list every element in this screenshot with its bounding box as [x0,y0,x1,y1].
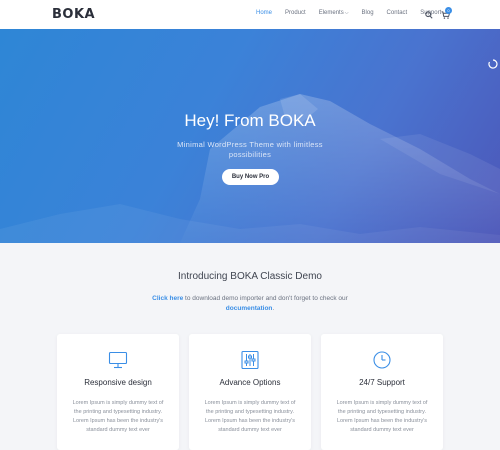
loading-spinner-icon [488,59,498,69]
hero-banner: Hey! From BOKA Minimal WordPress Theme w… [0,29,500,243]
search-icon[interactable] [425,11,433,19]
monitor-icon [108,351,128,369]
documentation-link[interactable]: documentation [226,305,273,312]
feature-card-responsive: Responsive design Lorem Ipsum is simply … [57,334,179,450]
intro-text-part2: . [272,305,275,312]
site-header: BOKA Home Product Elements⌵ Blog Contact… [0,0,500,29]
feature-card-support: 24/7 Support Lorem Ipsum is simply dummy… [321,334,443,450]
mountain-background-image [0,94,500,243]
intro-text: Click here to download demo importer and… [140,294,360,314]
clock-icon [373,351,391,369]
cart-count-badge: 0 [445,7,452,14]
chevron-down-icon: ⌵ [344,10,349,16]
nav-item-contact[interactable]: Contact [387,10,408,16]
nav-item-home[interactable]: Home [256,10,272,16]
feature-card-title: 24/7 Support [359,378,405,387]
feature-card-text: Lorem Ipsum is simply dummy text of the … [336,400,428,433]
click-here-link[interactable]: Click here [152,295,183,302]
buy-now-pro-button[interactable]: Buy Now Pro [222,169,279,185]
hero-subtitle: Minimal WordPress Theme with limitless p… [177,140,323,159]
intro-title: Introducing BOKA Classic Demo [178,271,322,282]
hero-title: Hey! From BOKA [184,111,316,130]
sliders-icon [241,350,259,370]
nav-item-blog[interactable]: Blog [362,10,374,16]
feature-card-text: Lorem Ipsum is simply dummy text of the … [204,400,296,433]
intro-text-part1: to download demo importer and don't forg… [183,295,348,302]
nav-item-elements[interactable]: Elements⌵ [319,10,349,16]
site-logo[interactable]: BOKA [52,7,95,22]
feature-card-advance-options: Advance Options Lorem Ipsum is simply du… [189,334,311,450]
nav-item-elements-label: Elements [318,10,344,16]
nav-item-product[interactable]: Product [285,10,306,16]
feature-card-text: Lorem Ipsum is simply dummy text of the … [72,400,164,433]
feature-card-title: Advance Options [219,378,281,387]
feature-card-title: Responsive design [84,378,152,387]
